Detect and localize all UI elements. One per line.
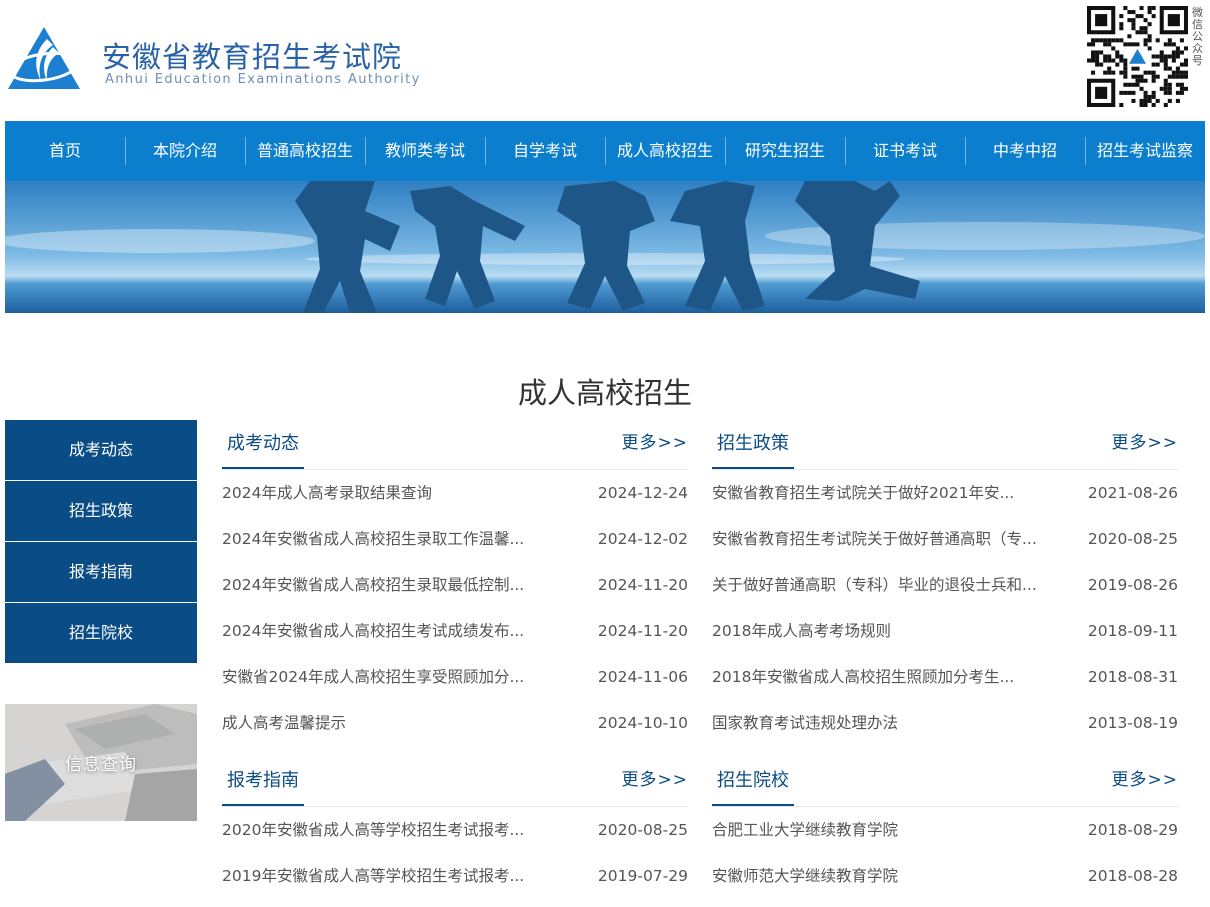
nav-item-high-school-exam[interactable]: 中考中招 xyxy=(965,121,1085,181)
list-item[interactable]: 2018年成人高考考场规则 2018-09-11 xyxy=(712,608,1178,654)
item-title: 安徽省教育招生考试院关于做好2021年安... xyxy=(712,484,1015,502)
panel-title: 成考动态 xyxy=(222,420,304,469)
more-link[interactable]: 更多>> xyxy=(1112,420,1179,467)
list-item[interactable]: 合肥工业大学继续教育学院 2018-08-29 xyxy=(712,807,1178,853)
nav-item-regular-admission[interactable]: 普通高校招生 xyxy=(245,121,365,181)
item-date: 2021-08-26 xyxy=(1087,484,1178,502)
sidebar-menu: 成考动态 招生政策 报考指南 招生院校 xyxy=(5,420,197,664)
list-item[interactable]: 2024年安徽省成人高校招生录取最低控制... 2024-11-20 xyxy=(222,562,688,608)
list-item[interactable]: 2020年安徽省成人高等学校招生考试报考... 2020-08-25 xyxy=(222,807,688,853)
list-item[interactable]: 关于做好普通高职（专科）毕业的退役士兵和... 2019-08-26 xyxy=(712,562,1178,608)
panel-title: 招生院校 xyxy=(712,757,794,806)
list-item[interactable]: 2018年安徽省成人高校招生照顾加分考生... 2018-08-31 xyxy=(712,654,1178,700)
sidebar-item-guide[interactable]: 报考指南 xyxy=(5,542,197,602)
nav-item-adult-admission[interactable]: 成人高校招生 xyxy=(605,121,725,181)
item-date: 2020-08-25 xyxy=(1087,530,1178,548)
item-title: 安徽师范大学继续教育学院 xyxy=(712,867,899,885)
item-title: 2019年安徽省成人高等学校招生考试报考... xyxy=(222,867,525,885)
info-query-card[interactable]: 信息查询 xyxy=(5,704,197,821)
nav-item-self-study-exam[interactable]: 自学考试 xyxy=(485,121,605,181)
panel-schools: 招生院校 更多>> 合肥工业大学继续教育学院 2018-08-29 安徽师范大学继… xyxy=(712,757,1178,899)
item-title: 2024年安徽省成人高校招生考试成绩发布... xyxy=(222,622,525,640)
panel-header: 报考指南 更多>> xyxy=(222,757,688,807)
item-title: 关于做好普通高职（专科）毕业的退役士兵和... xyxy=(712,576,1037,594)
item-date: 2024-11-20 xyxy=(597,576,688,594)
item-title: 2024年安徽省成人高校招生录取最低控制... xyxy=(222,576,525,594)
panel-header: 招生政策 更多>> xyxy=(712,420,1178,470)
panel-policy: 招生政策 更多>> 安徽省教育招生考试院关于做好2021年安... 2021-08… xyxy=(712,420,1178,746)
nav-item-graduate-admission[interactable]: 研究生招生 xyxy=(725,121,845,181)
banner-image xyxy=(5,181,1205,313)
item-title: 2018年成人高考考场规则 xyxy=(712,622,891,640)
info-query-label: 信息查询 xyxy=(65,755,137,775)
item-title: 2024年安徽省成人高校招生录取工作温馨... xyxy=(222,530,525,548)
nav-item-teacher-exam[interactable]: 教师类考试 xyxy=(365,121,485,181)
item-date: 2019-07-29 xyxy=(597,867,688,885)
nav-item-about[interactable]: 本院介绍 xyxy=(125,121,245,181)
panel-title: 招生政策 xyxy=(712,420,794,469)
panel-guide: 报考指南 更多>> 2020年安徽省成人高等学校招生考试报考... 2020-08… xyxy=(222,757,688,899)
list-item[interactable]: 安徽师范大学继续教育学院 2018-08-28 xyxy=(712,853,1178,899)
panel-header: 成考动态 更多>> xyxy=(222,420,688,470)
item-date: 2024-10-10 xyxy=(597,714,688,732)
list-item[interactable]: 2024年安徽省成人高校招生考试成绩发布... 2024-11-20 xyxy=(222,608,688,654)
item-date: 2013-08-19 xyxy=(1087,714,1178,732)
main-nav: 首页 本院介绍 普通高校招生 教师类考试 自学考试 成人高校招生 研究生招生 证… xyxy=(5,121,1205,181)
item-date: 2018-08-31 xyxy=(1087,668,1178,686)
item-title: 安徽省教育招生考试院关于做好普通高职（专... xyxy=(712,530,1037,548)
item-title: 2024年成人高考录取结果查询 xyxy=(222,484,432,502)
more-link[interactable]: 更多>> xyxy=(622,757,689,804)
sidebar-item-news[interactable]: 成考动态 xyxy=(5,420,197,480)
item-title: 2018年安徽省成人高校招生照顾加分考生... xyxy=(712,668,1015,686)
panel-header: 招生院校 更多>> xyxy=(712,757,1178,807)
panel-news: 成考动态 更多>> 2024年成人高考录取结果查询 2024-12-24 2024… xyxy=(222,420,688,746)
item-date: 2018-09-11 xyxy=(1087,622,1178,640)
list-item[interactable]: 国家教育考试违规处理办法 2013-08-19 xyxy=(712,700,1178,746)
item-title: 合肥工业大学继续教育学院 xyxy=(712,821,899,839)
item-date: 2018-08-29 xyxy=(1087,821,1178,839)
item-date: 2024-12-02 xyxy=(597,530,688,548)
sidebar-item-schools[interactable]: 招生院校 xyxy=(5,603,197,663)
nav-item-certificate-exam[interactable]: 证书考试 xyxy=(845,121,965,181)
nav-item-exam-supervision[interactable]: 招生考试监察 xyxy=(1085,121,1205,181)
item-date: 2020-08-25 xyxy=(597,821,688,839)
site-header: 安徽省教育招生考试院 Anhui Education Examinations … xyxy=(0,0,1210,121)
item-date: 2018-08-28 xyxy=(1087,867,1178,885)
list-item[interactable]: 安徽省教育招生考试院关于做好普通高职（专... 2020-08-25 xyxy=(712,516,1178,562)
item-date: 2019-08-26 xyxy=(1087,576,1178,594)
list-item[interactable]: 安徽省2024年成人高校招生享受照顾加分... 2024-11-06 xyxy=(222,654,688,700)
site-logo-icon[interactable] xyxy=(7,25,82,91)
panel-title: 报考指南 xyxy=(222,757,304,806)
wechat-qr-code-icon xyxy=(1087,6,1188,107)
qr-label: 微信公众号 xyxy=(1192,6,1203,67)
item-date: 2024-12-24 xyxy=(597,484,688,502)
site-name: 安徽省教育招生考试院 xyxy=(102,40,403,74)
list-item[interactable]: 2024年安徽省成人高校招生录取工作温馨... 2024-12-02 xyxy=(222,516,688,562)
list-item[interactable]: 安徽省教育招生考试院关于做好2021年安... 2021-08-26 xyxy=(712,470,1178,516)
list-item[interactable]: 成人高考温馨提示 2024-10-10 xyxy=(222,700,688,746)
more-link[interactable]: 更多>> xyxy=(1112,757,1179,804)
page-title: 成人高校招生 xyxy=(517,376,692,410)
more-link[interactable]: 更多>> xyxy=(622,420,689,467)
item-date: 2024-11-06 xyxy=(597,668,688,686)
item-title: 国家教育考试违规处理办法 xyxy=(712,714,899,732)
sidebar-item-policy[interactable]: 招生政策 xyxy=(5,481,197,541)
list-item[interactable]: 2019年安徽省成人高等学校招生考试报考... 2019-07-29 xyxy=(222,853,688,899)
item-title: 成人高考温馨提示 xyxy=(222,714,347,732)
list-item[interactable]: 2024年成人高考录取结果查询 2024-12-24 xyxy=(222,470,688,516)
site-name-english: Anhui Education Examinations Authority xyxy=(105,72,421,87)
item-title: 2020年安徽省成人高等学校招生考试报考... xyxy=(222,821,525,839)
item-date: 2024-11-20 xyxy=(597,622,688,640)
nav-item-home[interactable]: 首页 xyxy=(5,121,125,181)
item-title: 安徽省2024年成人高校招生享受照顾加分... xyxy=(222,668,525,686)
